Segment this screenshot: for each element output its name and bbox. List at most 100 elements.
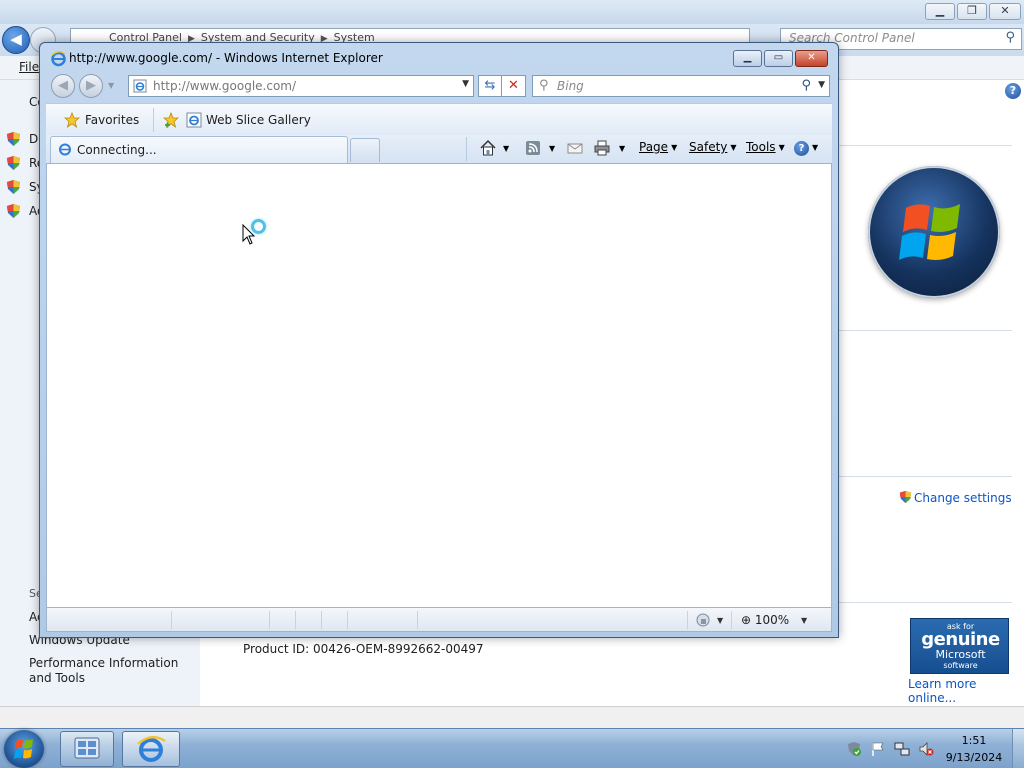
page-content-area[interactable] xyxy=(46,163,832,608)
change-settings-link[interactable]: Change settings xyxy=(899,490,1012,505)
zoom-level[interactable]: ⊕ 100% xyxy=(741,613,789,627)
change-settings-label: Change settings xyxy=(914,491,1012,505)
address-text[interactable]: http://www.google.com/ xyxy=(153,79,296,93)
sidebar-link-performance[interactable]: Performance Information and Tools xyxy=(29,656,194,686)
shield-icon xyxy=(7,156,20,170)
ie-address-bar[interactable]: http://www.google.com/ ▼ xyxy=(128,75,474,97)
busy-spinner-icon xyxy=(251,219,266,234)
divider xyxy=(838,602,1012,603)
separator xyxy=(466,137,467,161)
ie-minimize-button[interactable]: ▁ xyxy=(733,50,762,67)
safety-menu-label: Safety xyxy=(689,140,728,154)
ie-forward-button[interactable]: ▶ xyxy=(79,74,103,98)
cp-restore-button[interactable]: ❐ xyxy=(957,3,987,20)
feeds-icon[interactable] xyxy=(524,139,542,157)
help-icon: ? xyxy=(794,141,809,156)
status-divider xyxy=(687,611,688,629)
read-mail-icon[interactable] xyxy=(566,139,584,157)
feeds-dropdown-icon[interactable]: ▼ xyxy=(549,144,555,153)
ie-logo-icon xyxy=(51,51,66,67)
zoom-dropdown-icon[interactable]: ▼ xyxy=(801,616,807,625)
security-zone-icon[interactable] xyxy=(695,612,711,628)
home-dropdown-icon[interactable]: ▼ xyxy=(503,144,509,153)
divider xyxy=(838,145,1012,146)
network-icon[interactable] xyxy=(894,741,910,757)
genuine-sw-text: software xyxy=(943,661,978,670)
control-panel-titlebar: ▁ ❐ ✕ xyxy=(0,0,1024,24)
taskbar-control-panel[interactable] xyxy=(60,731,114,767)
status-divider xyxy=(731,611,732,629)
page-menu[interactable]: Page ▼ xyxy=(639,140,677,154)
ie-logo-icon xyxy=(59,143,71,156)
ie-close-button[interactable]: ✕ xyxy=(795,50,828,67)
clock-date[interactable]: 9/13/2024 xyxy=(944,751,1004,764)
shield-icon xyxy=(7,180,20,194)
cp-back-button[interactable]: ◀ xyxy=(2,26,30,54)
status-divider xyxy=(347,611,348,629)
address-dropdown-icon[interactable]: ▼ xyxy=(462,79,469,89)
divider xyxy=(838,476,1012,477)
search-dropdown-icon[interactable]: ▼ xyxy=(818,80,825,90)
flag-icon[interactable] xyxy=(870,741,886,757)
divider xyxy=(838,330,1012,331)
clock-time[interactable]: 1:51 xyxy=(948,734,1000,747)
refresh-icon[interactable]: ⇆ xyxy=(478,75,502,97)
taskbar-internet-explorer[interactable] xyxy=(122,731,180,767)
favorites-star-icon xyxy=(64,112,80,128)
status-divider xyxy=(269,611,270,629)
ie-search-box[interactable]: ⚲ Bing ⚲ ▼ xyxy=(532,75,830,97)
windows-logo xyxy=(868,166,1000,298)
tab-bar: Connecting... ▼ ▼ ▼ Page ▼ Safety ▼ Tools ▼… xyxy=(46,135,832,163)
help-menu[interactable]: ? ▼ xyxy=(794,140,818,156)
recent-pages-dropdown-icon[interactable]: ▼ xyxy=(108,81,114,90)
cp-close-button[interactable]: ✕ xyxy=(989,3,1021,20)
menu-file[interactable]: File xyxy=(19,60,39,74)
security-zone-dropdown-icon[interactable]: ▼ xyxy=(717,616,723,625)
status-divider xyxy=(417,611,418,629)
show-desktop-button[interactable] xyxy=(1012,729,1024,768)
start-button[interactable] xyxy=(4,730,44,768)
status-divider xyxy=(295,611,296,629)
product-id: Product ID: 00426-OEM-8992662-00497 xyxy=(243,642,484,656)
windows-flag-icon xyxy=(899,204,960,260)
favorites-button[interactable]: Favorites xyxy=(85,113,139,127)
zoom-value: 100% xyxy=(754,613,790,627)
tools-menu-label: Tools xyxy=(746,140,776,154)
windows-flag-icon xyxy=(14,739,33,759)
shield-icon xyxy=(7,132,20,146)
genuine-ms-text: Microsoft xyxy=(935,648,986,661)
search-go-icon[interactable]: ⚲ xyxy=(801,78,811,93)
cp-statusbar xyxy=(0,706,1024,728)
ie-window-title: http://www.google.com/ - Windows Interne… xyxy=(69,51,383,65)
add-to-favorites-bar-icon[interactable] xyxy=(163,112,179,128)
separator xyxy=(153,108,154,132)
zoom-icon: ⊕ xyxy=(741,613,752,627)
volume-muted-icon[interactable] xyxy=(918,741,934,757)
ie-maximize-button[interactable]: ▭ xyxy=(764,50,793,67)
search-placeholder[interactable]: Bing xyxy=(557,79,584,93)
action-center-icon[interactable] xyxy=(846,741,862,757)
print-icon[interactable] xyxy=(593,139,611,157)
genuine-microsoft-badge[interactable]: ask for genuine Microsoft software xyxy=(910,618,1009,674)
search-icon[interactable]: ⚲ xyxy=(1005,30,1015,45)
help-icon[interactable]: ? xyxy=(1005,83,1021,99)
genuine-main-text: genuine xyxy=(921,629,1000,650)
web-slice-icon xyxy=(186,112,202,128)
status-divider xyxy=(171,611,172,629)
shield-icon xyxy=(7,204,20,218)
home-icon[interactable] xyxy=(479,139,497,157)
stop-icon[interactable]: ✕ xyxy=(502,75,526,97)
web-slice-gallery-link[interactable]: Web Slice Gallery xyxy=(206,113,311,127)
ie-back-button[interactable]: ◀ xyxy=(51,74,75,98)
print-dropdown-icon[interactable]: ▼ xyxy=(619,144,625,153)
ie-statusbar: ▼ ⊕ 100% ▼ xyxy=(46,608,832,632)
learn-more-link[interactable]: Learn more online... xyxy=(908,677,1024,705)
shield-icon xyxy=(899,490,912,504)
new-tab-button[interactable] xyxy=(350,138,380,162)
page-icon xyxy=(133,79,147,93)
safety-menu[interactable]: Safety ▼ xyxy=(689,140,737,154)
page-menu-label: Page xyxy=(639,140,669,154)
tools-menu[interactable]: Tools ▼ xyxy=(746,140,785,154)
tab-current[interactable]: Connecting... xyxy=(50,136,348,163)
cp-minimize-button[interactable]: ▁ xyxy=(925,3,955,20)
